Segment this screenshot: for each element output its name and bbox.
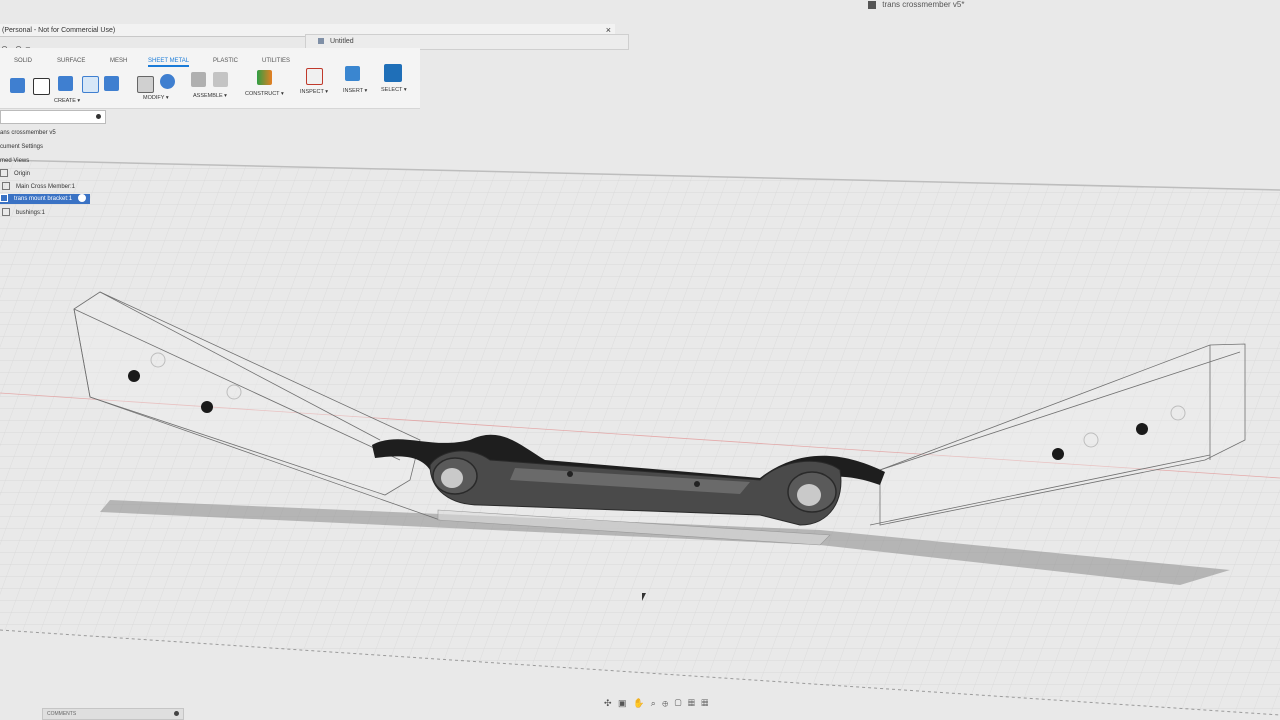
group-insert[interactable]: INSERT ▾: [343, 88, 367, 94]
bolt-hole: [1052, 448, 1064, 460]
group-assemble[interactable]: ASSEMBLE ▾: [193, 93, 227, 99]
box-icon[interactable]: [104, 76, 119, 91]
activate-icon[interactable]: [78, 194, 87, 203]
group-create[interactable]: CREATE ▾: [54, 98, 80, 104]
comments-panel[interactable]: COMMENTS: [42, 708, 184, 720]
component-icon: [868, 0, 876, 9]
browser-node-named-views[interactable]: med Views: [0, 156, 29, 166]
bolt-hole: [201, 401, 213, 413]
insert-image-icon[interactable]: [345, 66, 360, 81]
window-title: (Personal - Not for Commercial Use): [2, 27, 116, 34]
browser-node-main-cross-member[interactable]: Main Cross Member:1: [2, 182, 75, 192]
browser-node-label: Main Cross Member:1: [16, 184, 76, 190]
convert-icon[interactable]: [82, 76, 99, 93]
tab-sheet-metal[interactable]: SHEET METAL: [148, 58, 190, 67]
navigation-toolbar[interactable]: ✣ ▣ ✋ ⌕ ⊕ ▢ ▦ ▦: [604, 698, 710, 710]
browser-node-trans-mount-bracket[interactable]: trans mount bracket:1: [0, 194, 91, 204]
fillet-icon[interactable]: [160, 74, 175, 89]
component-icon: [2, 208, 10, 217]
bolt-hole: [128, 370, 140, 382]
tab-solid[interactable]: SOLID: [14, 58, 32, 64]
component-icon: [0, 194, 8, 203]
folder-icon: [0, 169, 8, 178]
mouse-cursor-icon: [642, 593, 646, 601]
offset-plane-icon[interactable]: [257, 70, 272, 85]
tab-plastic[interactable]: PLASTIC: [213, 58, 238, 64]
comments-toggle-icon[interactable]: [174, 711, 179, 716]
comments-label: COMMENTS: [47, 711, 77, 717]
group-select[interactable]: SELECT ▾: [381, 87, 407, 93]
measure-icon[interactable]: [306, 68, 323, 85]
group-construct[interactable]: CONSTRUCT ▾: [245, 91, 284, 97]
document-tab-right[interactable]: trans crossmember v5*: [868, 0, 964, 12]
tab-surface[interactable]: SURFACE: [57, 58, 85, 64]
browser-root[interactable]: ans crossmember v5: [0, 128, 56, 138]
browser-node-label: trans mount bracket:1: [14, 196, 73, 202]
group-modify[interactable]: MODIFY ▾: [143, 95, 169, 101]
tab-utilities[interactable]: UTILITIES: [262, 58, 290, 64]
tab-mesh[interactable]: MESH: [110, 58, 127, 64]
sketch-icon[interactable]: [33, 78, 50, 95]
document-tab-label: Untitled: [329, 38, 354, 45]
document-tab-right-label: trans crossmember v5*: [882, 0, 965, 9]
press-pull-icon[interactable]: [137, 76, 154, 93]
browser-node-label: bushings:1: [16, 210, 46, 216]
new-component-assemble-icon[interactable]: [191, 72, 206, 87]
bolt-hole: [1136, 423, 1148, 435]
new-component-icon[interactable]: [10, 78, 25, 93]
flange-icon[interactable]: [58, 76, 73, 91]
browser-node-label: Origin: [14, 171, 31, 177]
browser-node-document-settings[interactable]: cument Settings: [0, 142, 43, 152]
document-icon: [318, 38, 324, 45]
pin-icon[interactable]: [96, 114, 101, 119]
joint-icon[interactable]: [213, 72, 228, 87]
component-icon: [2, 182, 10, 191]
group-inspect[interactable]: INSPECT ▾: [300, 89, 328, 95]
select-icon[interactable]: [384, 64, 402, 82]
browser-node-bushings[interactable]: bushings:1: [2, 208, 45, 218]
browser-node-origin[interactable]: Origin: [0, 169, 30, 179]
browser-search-field[interactable]: [0, 110, 106, 124]
